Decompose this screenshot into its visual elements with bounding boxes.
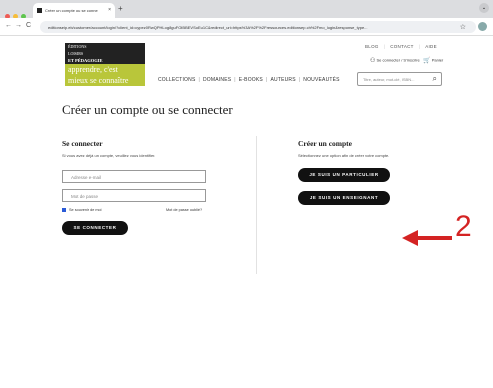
user-icon: ⚇ [370,58,376,64]
logo-tagline-1: apprendre, c'est [65,64,145,75]
browser-tab-bar: Créer un compte ou se conne × + ⌄ [0,0,493,19]
page-title: Créer un compte ou se connecter [62,102,233,117]
individual-button[interactable]: JE SUIS UN PARTICULIER [298,168,390,182]
forward-button[interactable]: → [15,22,22,29]
teacher-button[interactable]: JE SUIS UN ENSEIGNANT [298,191,390,205]
register-subtitle: Sélectionnez une option afin de créer vo… [298,153,390,158]
chevron-down-icon[interactable]: ⌄ [479,3,489,13]
url-text: editionseip.eb/customer/account/login/?c… [48,25,368,30]
main-navigation: COLLECTIONS | DOMAINES | E-BOOKS | AUTEURS | NOU… [155,77,343,83]
annotation-arrow-icon [402,230,452,246]
help-link[interactable]: AIDE [425,44,437,49]
nav-domaines[interactable]: DOMAINES [203,77,231,83]
separator: | [298,77,301,83]
separator: | [198,77,200,83]
forgot-password-link[interactable]: Mot de passe oublié? [166,208,202,212]
annotation-number: 2 [455,210,472,243]
account-area: ⚇ Se connecter / S'inscrire 🛒 Panier [370,57,443,64]
logo-tagline-2: mieux se connaître [65,75,145,86]
profile-avatar[interactable] [478,22,487,31]
login-register-link[interactable]: Se connecter / S'inscrire [377,58,420,63]
password-field[interactable]: Mot de passe [62,189,206,202]
separator: | [418,44,421,49]
reload-button[interactable]: C [26,22,31,29]
remember-me-checkbox[interactable]: Se souvenir de moi [62,208,102,212]
separator: | [234,77,236,83]
new-tab-button[interactable]: + [118,4,123,13]
site-logo[interactable]: ÉDITIONS LOISIRS ET PÉDAGOGIE apprendre,… [65,43,145,86]
bookmark-star-icon[interactable]: ☆ [460,23,466,31]
password-placeholder: Mot de passe [71,194,99,199]
separator: | [265,77,268,83]
nav-collections[interactable]: COLLECTIONS [158,77,196,83]
separator: | [383,44,386,49]
browser-tab[interactable]: Créer un compte ou se conne × [33,3,115,18]
remember-label: Se souvenir de moi [69,208,102,212]
top-links: BLOG | CONTACT | AIDE [360,44,442,49]
cart-link[interactable]: Panier [432,58,444,63]
search-placeholder: Titre, auteur, mot-clé, ISBN... [363,77,415,82]
email-field[interactable]: Adresse e-mail [62,170,206,183]
login-button[interactable]: SE CONNECTER [62,221,128,235]
favicon-icon [37,8,42,13]
url-field[interactable]: editionseip.eb/customer/account/login/?c… [40,21,476,33]
nav-nouveautes[interactable]: NOUVEAUTÉS [303,77,339,83]
logo-line-3: ET PÉDAGOGIE [65,57,145,64]
contact-link[interactable]: CONTACT [390,44,414,49]
tab-close-icon[interactable]: × [108,7,111,13]
blog-link[interactable]: BLOG [365,44,379,49]
login-subtitle: Si vous avez déjà un compte, veuillez vo… [62,153,156,158]
register-heading: Créer un compte [298,139,353,148]
web-page: ÉDITIONS LOISIRS ET PÉDAGOGIE apprendre,… [0,36,493,388]
nav-auteurs[interactable]: AUTEURS [270,77,295,83]
checkbox-icon[interactable] [62,208,66,212]
search-input[interactable]: Titre, auteur, mot-clé, ISBN... ⌕ [357,72,442,86]
nav-ebooks[interactable]: E-BOOKS [239,77,263,83]
back-button[interactable]: ← [5,22,12,29]
logo-line-2: LOISIRS [65,50,145,57]
logo-line-1: ÉDITIONS [65,43,145,50]
login-heading: Se connecter [62,139,103,148]
search-icon[interactable]: ⌕ [433,74,437,84]
column-divider [256,136,257,274]
tab-title: Créer un compte ou se conne [45,8,98,13]
email-placeholder: Adresse e-mail [71,175,102,180]
cart-icon: 🛒 [423,58,431,64]
address-bar: ← → C editionseip.eb/customer/account/lo… [0,18,493,36]
